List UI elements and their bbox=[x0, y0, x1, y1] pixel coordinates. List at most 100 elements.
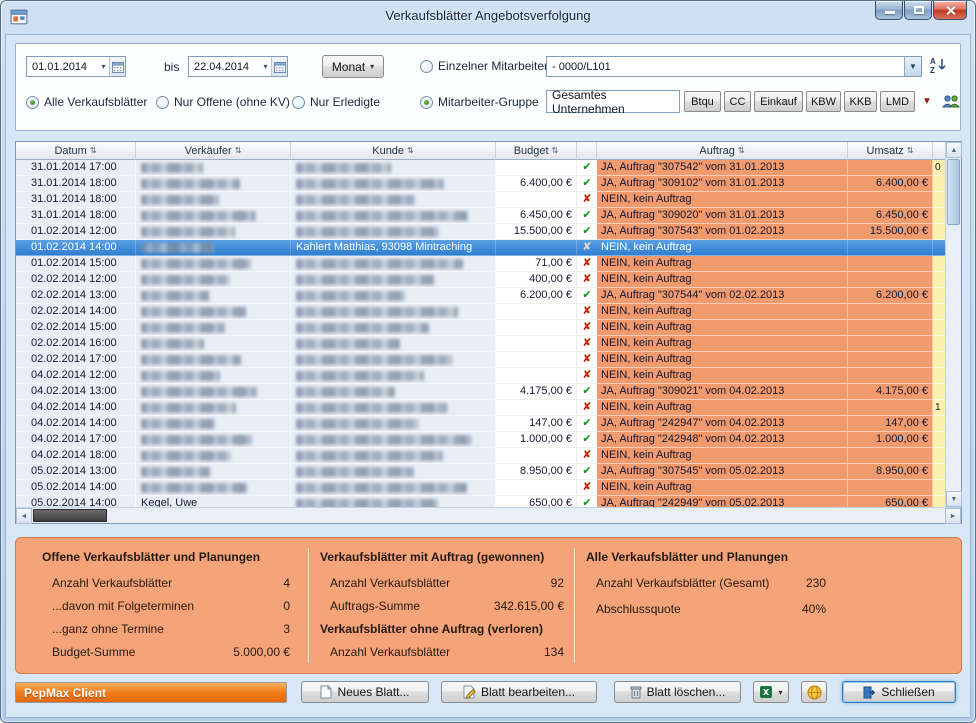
minimize-button[interactable] bbox=[875, 1, 903, 20]
summary-value: 230 bbox=[806, 576, 826, 590]
cross-icon: ✘ bbox=[582, 305, 591, 317]
table-row[interactable]: 04.02.2014 13:004.175,00 €✔JA, Auftrag "… bbox=[16, 384, 945, 400]
budget-cell: 6.200,00 € bbox=[496, 288, 577, 304]
group-name-field[interactable]: Gesamtes Unternehmen bbox=[546, 90, 680, 113]
budget-cell: 147,00 € bbox=[496, 416, 577, 432]
table-row[interactable]: 31.01.2014 18:006.400,00 €✔JA, Auftrag "… bbox=[16, 176, 945, 192]
close-button[interactable] bbox=[933, 1, 967, 20]
employee-select[interactable]: - 0000/L101 ▼ bbox=[546, 56, 922, 77]
radio-nur-erledigte[interactable]: Nur Erledigte bbox=[292, 95, 380, 109]
kunde-cell bbox=[291, 272, 496, 288]
table-row[interactable]: 05.02.2014 13:008.950,00 €✔JA, Auftrag "… bbox=[16, 464, 945, 480]
column-header-auftrag[interactable]: Auftrag⇅ bbox=[597, 142, 848, 160]
table-row[interactable]: 01.02.2014 15:0071,00 €✘NEIN, kein Auftr… bbox=[16, 256, 945, 272]
redacted-text bbox=[141, 275, 230, 285]
umsatz-cell bbox=[848, 192, 933, 208]
date-from-dropdown-icon[interactable]: ▾ bbox=[98, 62, 109, 71]
radio-einzelner-mitarbeiter[interactable]: Einzelner Mitarbeiter bbox=[420, 59, 548, 73]
redacted-text bbox=[141, 403, 236, 413]
date-to-dropdown-icon[interactable]: ▾ bbox=[260, 62, 271, 71]
table-row[interactable]: 01.02.2014 12:0015.500,00 €✔JA, Auftrag … bbox=[16, 224, 945, 240]
title-bar[interactable]: Verkaufsblätter Angebotsverfolgung bbox=[1, 1, 975, 34]
results-table: Datum⇅ Verkäufer⇅ Kunde⇅ Budget⇅ Auftrag… bbox=[15, 141, 962, 524]
date-from-calendar-button[interactable] bbox=[109, 57, 125, 76]
column-header-verkaeufer[interactable]: Verkäufer⇅ bbox=[136, 142, 291, 160]
column-header-datum[interactable]: Datum⇅ bbox=[16, 142, 136, 160]
summary-all-title: Alle Verkaufsblätter und Planungen bbox=[586, 550, 788, 564]
redacted-text bbox=[296, 371, 424, 381]
table-row[interactable]: 31.01.2014 18:006.450,00 €✔JA, Auftrag "… bbox=[16, 208, 945, 224]
table-row[interactable]: 02.02.2014 16:00✘NEIN, kein Auftrag bbox=[16, 336, 945, 352]
horizontal-scrollbar[interactable]: ◄ ► bbox=[16, 507, 961, 523]
cross-icon: ✘ bbox=[582, 321, 591, 333]
combo-dropdown-icon[interactable]: ▼ bbox=[904, 57, 921, 76]
table-row[interactable]: 04.02.2014 17:001.000,00 €✔JA, Auftrag "… bbox=[16, 432, 945, 448]
table-row[interactable]: 04.02.2014 14:00147,00 €✔JA, Auftrag "24… bbox=[16, 416, 945, 432]
new-sheet-button[interactable]: Neues Blatt... bbox=[301, 681, 429, 703]
auftrag-cell: NEIN, kein Auftrag bbox=[597, 352, 848, 368]
horizontal-scroll-thumb[interactable] bbox=[33, 509, 107, 522]
vertical-scroll-thumb[interactable] bbox=[947, 159, 960, 225]
column-header-extra[interactable] bbox=[933, 142, 945, 160]
column-header-umsatz[interactable]: Umsatz⇅ bbox=[848, 142, 933, 160]
date-to-calendar-button[interactable] bbox=[271, 57, 287, 76]
table-row[interactable]: 01.02.2014 14:00Kahlert Matthias, 93098 … bbox=[16, 240, 945, 256]
vertical-scrollbar[interactable]: ▲ ▼ bbox=[945, 142, 961, 507]
radio-nur-offene[interactable]: Nur Offene (ohne KV) bbox=[156, 95, 290, 109]
table-row[interactable]: 02.02.2014 12:00400,00 €✘NEIN, kein Auft… bbox=[16, 272, 945, 288]
scroll-up-icon[interactable]: ▲ bbox=[946, 142, 962, 158]
table-row[interactable]: 02.02.2014 17:00✘NEIN, kein Auftrag bbox=[16, 352, 945, 368]
radio-alle-verkaufsblaetter[interactable]: Alle Verkaufsblätter bbox=[26, 95, 147, 109]
group-button-lmd[interactable]: LMD bbox=[880, 91, 915, 112]
web-button[interactable] bbox=[801, 681, 827, 703]
date-to-field[interactable]: 22.04.2014 ▾ bbox=[188, 56, 288, 77]
scroll-down-icon[interactable]: ▼ bbox=[946, 491, 962, 507]
table-row[interactable]: 04.02.2014 12:00✘NEIN, kein Auftrag bbox=[16, 368, 945, 384]
summary-label: Budget-Summe bbox=[52, 645, 135, 659]
people-group-icon bbox=[941, 93, 961, 110]
radio-mitarbeiter-gruppe[interactable]: Mitarbeiter-Gruppe bbox=[420, 95, 539, 109]
table-row[interactable]: 31.01.2014 18:00✘NEIN, kein Auftrag bbox=[16, 192, 945, 208]
employee-groups-button[interactable] bbox=[941, 93, 961, 115]
close-dialog-button[interactable]: Schließen bbox=[842, 681, 956, 703]
table-row[interactable]: 02.02.2014 14:00✘NEIN, kein Auftrag bbox=[16, 304, 945, 320]
budget-cell bbox=[496, 336, 577, 352]
column-header-status[interactable] bbox=[577, 142, 597, 160]
table-row[interactable]: 05.02.2014 14:00✘NEIN, kein Auftrag bbox=[16, 480, 945, 496]
filter-panel: 01.01.2014 ▾ bis 22.04.2014 ▾ Monat▾ All… bbox=[15, 43, 961, 131]
date-from-field[interactable]: 01.01.2014 ▾ bbox=[26, 56, 126, 77]
group-button-einkauf[interactable]: Einkauf bbox=[754, 91, 803, 112]
redacted-text bbox=[141, 291, 209, 301]
radio-icon bbox=[156, 96, 169, 109]
table-row[interactable]: 02.02.2014 13:006.200,00 €✔JA, Auftrag "… bbox=[16, 288, 945, 304]
monat-button[interactable]: Monat▾ bbox=[322, 55, 384, 78]
table-row[interactable]: 04.02.2014 14:00✘NEIN, kein Auftrag1 bbox=[16, 400, 945, 416]
table-row[interactable]: 02.02.2014 15:00✘NEIN, kein Auftrag bbox=[16, 320, 945, 336]
scroll-left-icon[interactable]: ◄ bbox=[16, 508, 32, 524]
group-button-cc[interactable]: CC bbox=[724, 91, 751, 112]
kunde-cell: Kahlert Matthias, 93098 Mintraching bbox=[291, 240, 496, 256]
delete-sheet-button[interactable]: Blatt löschen... bbox=[614, 681, 741, 703]
column-header-budget[interactable]: Budget⇅ bbox=[496, 142, 577, 160]
maximize-button[interactable] bbox=[904, 1, 932, 20]
group-button-kbw[interactable]: KBW bbox=[806, 91, 841, 112]
sort-az-button[interactable]: A Z bbox=[929, 56, 947, 79]
budget-cell bbox=[496, 448, 577, 464]
group-button-kkb[interactable]: KKB bbox=[844, 91, 877, 112]
cross-icon: ✘ bbox=[582, 257, 591, 269]
export-excel-button[interactable]: ▾ bbox=[753, 681, 789, 703]
column-header-kunde[interactable]: Kunde⇅ bbox=[291, 142, 496, 160]
umsatz-cell: 6.450,00 € bbox=[848, 208, 933, 224]
budget-cell bbox=[496, 240, 577, 256]
table-row[interactable]: 04.02.2014 18:00✘NEIN, kein Auftrag bbox=[16, 448, 945, 464]
redacted-text bbox=[296, 451, 443, 461]
edit-sheet-button[interactable]: Blatt bearbeiten... bbox=[441, 681, 597, 703]
order-status-cell: ✘ bbox=[577, 336, 597, 352]
minimize-icon bbox=[885, 11, 895, 14]
group-button-btqu[interactable]: Btqu bbox=[684, 91, 721, 112]
umsatz-cell bbox=[848, 160, 933, 176]
more-groups-icon[interactable]: ▼ bbox=[922, 96, 932, 107]
scroll-right-icon[interactable]: ► bbox=[945, 508, 961, 524]
edge-cell: 1 bbox=[933, 400, 945, 416]
table-row[interactable]: 31.01.2014 17:00✔JA, Auftrag "307542" vo… bbox=[16, 160, 945, 176]
